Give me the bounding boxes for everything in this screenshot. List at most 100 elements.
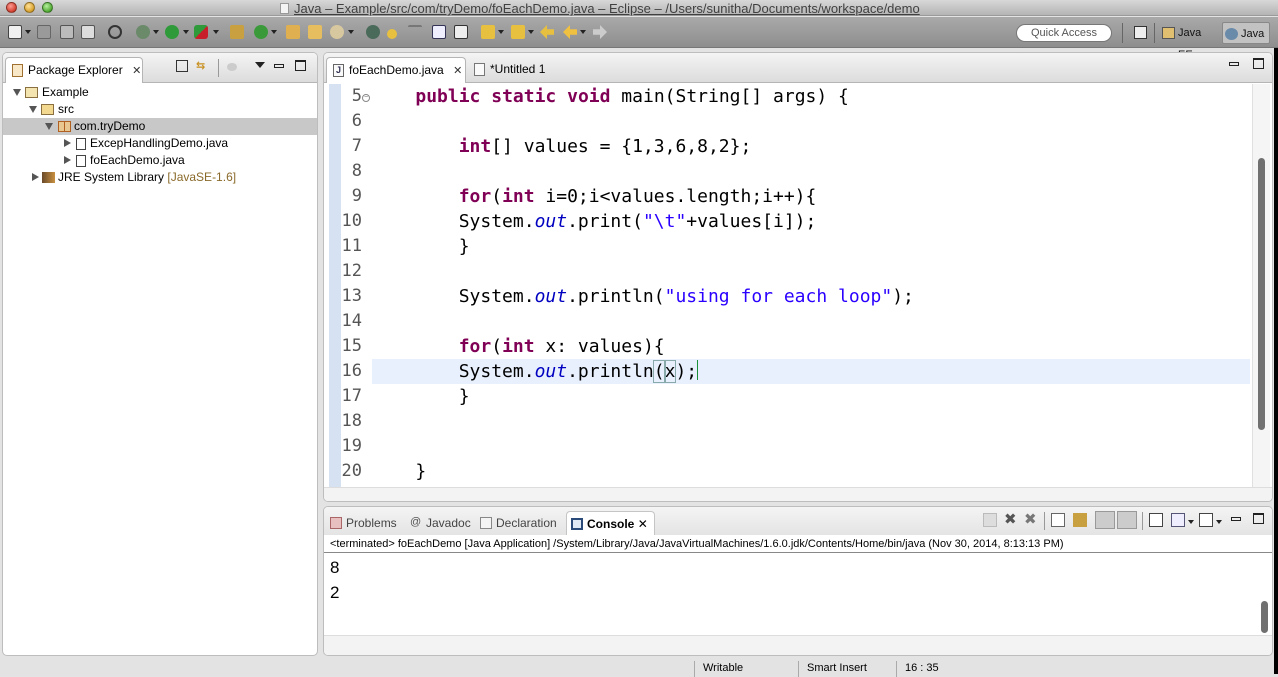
current-code-line[interactable]: System.out.println(x); [372, 359, 1250, 384]
quick-access-input[interactable]: Quick Access [1016, 24, 1112, 42]
close-tab-icon[interactable]: ✕ [638, 517, 648, 531]
maximize-view-icon[interactable] [295, 60, 306, 71]
last-edit-icon[interactable] [540, 25, 554, 39]
forward-icon[interactable] [593, 25, 607, 39]
code-line[interactable]: for(int i=0;i<values.length;i++){ [372, 184, 1250, 209]
maximize-view-icon[interactable] [1253, 513, 1264, 524]
open-perspective-icon[interactable] [1134, 26, 1147, 39]
code-line[interactable]: for(int x: values){ [372, 334, 1250, 359]
view-menu-icon[interactable] [255, 62, 265, 68]
perspective-java-ee[interactable]: Java EE [1160, 22, 1218, 61]
save-icon[interactable] [37, 25, 51, 39]
external-tools-dropdown-icon[interactable] [213, 30, 219, 34]
code-line[interactable]: } [372, 234, 1250, 259]
search-dropdown-icon[interactable] [348, 30, 354, 34]
display-console-dropdown-icon[interactable] [1188, 520, 1194, 524]
tab-untitled-1[interactable]: *Untitled 1 [468, 57, 568, 83]
back-icon[interactable] [563, 25, 577, 39]
terminate-icon[interactable] [983, 513, 997, 527]
scrollbar-thumb[interactable] [1258, 158, 1265, 430]
next-annotation-dropdown-icon[interactable] [498, 30, 504, 34]
console-vertical-scrollbar[interactable] [1258, 555, 1270, 637]
expand-toggle-icon[interactable] [45, 123, 53, 130]
editor-vertical-scrollbar[interactable] [1252, 84, 1270, 487]
zoom-window-button[interactable] [42, 2, 53, 13]
show-on-stdout-icon[interactable] [1095, 511, 1115, 529]
run-icon[interactable] [165, 25, 179, 39]
toggle-mark-occurrences-icon[interactable] [387, 29, 397, 39]
tree-item-project[interactable]: Example [3, 84, 317, 101]
tab-foeachdemo-java[interactable]: J foEachDemo.java ✕ [326, 57, 466, 83]
code-line[interactable]: System.out.print("\t"+values[i]); [372, 209, 1250, 234]
run-external-icon[interactable] [194, 25, 208, 39]
open-type-icon[interactable] [286, 25, 300, 39]
expand-toggle-icon[interactable] [64, 139, 71, 147]
tree-item-java-file[interactable]: foEachDemo.java [3, 152, 317, 169]
close-tab-icon[interactable]: ✕ [453, 59, 462, 83]
tree-item-package[interactable]: com.tryDemo [3, 118, 317, 135]
maximize-editor-icon[interactable] [1253, 58, 1264, 69]
new-java-project-icon[interactable] [230, 25, 244, 39]
open-declaration-icon[interactable] [366, 25, 380, 39]
toggle-block-selection-icon[interactable] [454, 25, 468, 39]
display-selected-console-icon[interactable] [1171, 513, 1185, 527]
show-whitespace-icon[interactable] [432, 25, 446, 39]
collapse-all-icon[interactable] [176, 60, 188, 72]
fold-collapse-icon[interactable]: − [362, 94, 370, 102]
console-horizontal-scrollbar[interactable] [324, 635, 1272, 655]
clear-console-icon[interactable] [1051, 513, 1065, 527]
code-line[interactable]: int[] values = {1,3,6,8,2}; [372, 134, 1250, 159]
search-icon[interactable] [330, 25, 344, 39]
expand-toggle-icon[interactable] [64, 156, 71, 164]
new-class-dropdown-icon[interactable] [271, 30, 277, 34]
open-task-icon[interactable] [308, 25, 322, 39]
tree-item-src[interactable]: src [3, 101, 317, 118]
tab-declaration[interactable]: Declaration [476, 511, 557, 535]
code-line[interactable]: } [372, 384, 1250, 409]
editor-horizontal-scrollbar[interactable] [324, 487, 1272, 501]
focus-on-active-task-icon[interactable] [227, 63, 237, 71]
debug-dropdown-icon[interactable] [153, 30, 159, 34]
minimize-view-icon[interactable] [1231, 517, 1241, 521]
tab-console[interactable]: Console ✕ [566, 511, 655, 535]
tab-problems[interactable]: Problems [326, 511, 397, 535]
code-line[interactable]: System.out.println("using for each loop"… [372, 284, 1250, 309]
expand-toggle-icon[interactable] [32, 173, 39, 181]
new-icon[interactable] [8, 25, 22, 39]
tab-javadoc[interactable]: @ Javadoc [406, 511, 471, 535]
back-dropdown-icon[interactable] [580, 30, 586, 34]
previous-annotation-dropdown-icon[interactable] [528, 30, 534, 34]
run-dropdown-icon[interactable] [183, 30, 189, 34]
expand-toggle-icon[interactable] [13, 89, 21, 96]
new-dropdown-icon[interactable] [25, 30, 31, 34]
pin-console-icon[interactable] [1149, 513, 1163, 527]
tree-item-java-file[interactable]: ExcepHandlingDemo.java [3, 135, 317, 152]
scrollbar-thumb[interactable] [1261, 601, 1268, 633]
code-line[interactable]: } [372, 459, 1250, 484]
skip-breakpoints-icon[interactable] [108, 25, 122, 39]
minimize-view-icon[interactable] [274, 64, 284, 68]
remove-all-terminated-icon[interactable]: ✖ [1024, 512, 1038, 527]
ant-icon[interactable] [408, 25, 422, 39]
minimize-window-button[interactable] [24, 2, 35, 13]
previous-annotation-icon[interactable] [511, 25, 525, 39]
print-icon[interactable] [81, 25, 95, 39]
console-output[interactable]: 8 2 [330, 555, 339, 605]
close-tab-icon[interactable]: ✕ [132, 59, 141, 83]
tree-item-jre-library[interactable]: JRE System Library [JavaSE-1.6] [3, 169, 317, 186]
remove-launch-icon[interactable]: ✖ [1004, 512, 1018, 527]
new-class-icon[interactable] [254, 25, 268, 39]
link-with-editor-icon[interactable]: ⇆ [196, 59, 205, 72]
code-area[interactable]: public static void main(String[] args) {… [372, 84, 1250, 487]
minimize-editor-icon[interactable] [1229, 62, 1239, 66]
save-all-icon[interactable] [60, 25, 74, 39]
tab-package-explorer[interactable]: Package Explorer ✕ [5, 57, 143, 83]
scroll-lock-icon[interactable] [1073, 513, 1087, 527]
perspective-java[interactable]: Java [1222, 22, 1270, 44]
code-line[interactable]: public static void main(String[] args) { [372, 84, 1250, 109]
next-annotation-icon[interactable] [481, 25, 495, 39]
close-window-button[interactable] [6, 2, 17, 13]
show-on-stderr-icon[interactable] [1117, 511, 1137, 529]
open-console-icon[interactable] [1199, 513, 1213, 527]
open-console-dropdown-icon[interactable] [1216, 520, 1222, 524]
